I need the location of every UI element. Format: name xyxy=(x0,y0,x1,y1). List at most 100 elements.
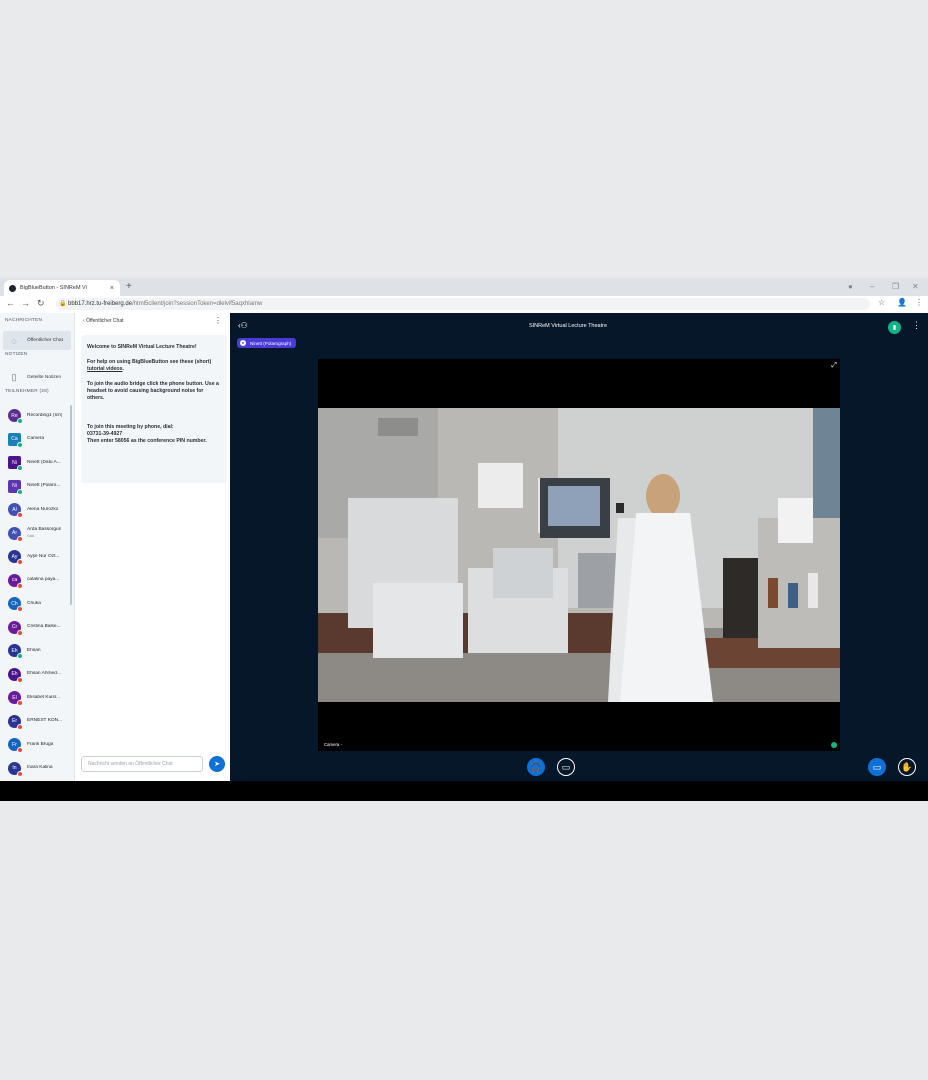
tab-title: BigBlueButton - SINReM Vi xyxy=(20,285,87,291)
avatar: Fr xyxy=(8,738,23,753)
meeting-title: SINReM Virtual Lecture Theatre xyxy=(528,323,608,329)
browser-tab[interactable]: BigBlueButton - SINReM Vi × xyxy=(4,280,120,296)
audio-status-icon xyxy=(17,653,23,659)
close-window-icon[interactable]: ✕ xyxy=(912,282,919,291)
participant-name: Frank Bruga xyxy=(27,741,54,747)
avatar: Er xyxy=(8,714,23,730)
raise-hand-button[interactable]: ✋ xyxy=(898,758,916,776)
audio-status-icon xyxy=(17,606,23,612)
avatar: Eh xyxy=(8,644,23,659)
audio-status-icon xyxy=(17,700,23,706)
participant-item[interactable]: Eh Ehsan Ahmed... xyxy=(8,666,70,683)
webcam-video[interactable]: ⤢ Camera - xyxy=(318,359,840,751)
desktop-icon: ▭ xyxy=(872,761,882,772)
participant-name: Inara Kalina xyxy=(27,765,53,770)
profile-circle-icon[interactable]: ● xyxy=(848,282,853,291)
headphones-icon: 🎧 xyxy=(530,761,542,772)
audio-status-icon xyxy=(17,535,23,542)
audio-instructions: To join the audio bridge click the phone… xyxy=(87,381,219,401)
audio-status-icon xyxy=(17,512,23,518)
chat-panel: ‹ Öffentlicher Chat ⋮ Welcome to SINReM … xyxy=(75,313,231,781)
welcome-line: Welcome to SINReM Virtual Lecture Theatr… xyxy=(87,344,197,350)
lab-camera-feed xyxy=(318,408,840,702)
tutorial-link[interactable]: tutorial videos xyxy=(87,366,122,372)
tab-close-icon[interactable]: × xyxy=(110,285,114,292)
options-menu-icon[interactable]: ⋮ xyxy=(912,320,921,331)
avatar: Ch xyxy=(8,597,23,612)
maximize-icon[interactable]: ❐ xyxy=(892,282,899,291)
participant-item[interactable]: Ch Chuka xyxy=(8,595,70,612)
audio-status-icon xyxy=(17,441,23,448)
address-bar[interactable]: 🔒 bbb17.hrz.tu-freiberg.de/html5client/j… xyxy=(56,298,870,310)
share-webcam-button[interactable]: ▭ xyxy=(557,758,575,776)
participants-header: TEILNEHMER (29) xyxy=(5,389,49,394)
audio-status-icon xyxy=(17,582,23,589)
present-screen-button[interactable]: ▭ xyxy=(868,758,886,776)
minimize-icon[interactable]: – xyxy=(870,282,874,291)
browser-menu-icon[interactable]: ⋮ xyxy=(915,298,923,307)
bottom-black-bar xyxy=(0,781,928,801)
participant-role: Gast xyxy=(27,534,35,538)
avatar: Cr xyxy=(8,620,23,636)
participant-name: Ehsan xyxy=(27,647,41,653)
participant-item[interactable]: El Elisabet Kuisr... xyxy=(8,689,70,706)
audio-status-icon xyxy=(17,488,23,495)
chat-options-icon[interactable]: ⋮ xyxy=(214,316,222,325)
participant-name: Ehsan Ahmed... xyxy=(27,671,61,676)
avatar: Ca xyxy=(8,432,23,448)
microphone-icon: ● xyxy=(240,340,246,346)
participant-item[interactable]: Ar Arda Bassorgun Gast xyxy=(8,525,70,542)
video-off-icon: ▭ xyxy=(561,761,571,772)
participant-item[interactable]: Er ERNEST KON... xyxy=(8,713,70,730)
headphones-audio-button[interactable]: 🎧 xyxy=(527,758,545,776)
chat-message-input[interactable]: Nachricht senden an Öffentlicher Chat xyxy=(81,756,203,772)
avatar: El xyxy=(8,691,23,706)
participant-name: ERNEST KON... xyxy=(27,718,63,723)
help-line: For help on using BigBlueButton see thes… xyxy=(87,359,212,372)
avatar: Ni xyxy=(8,456,23,471)
audio-status-icon xyxy=(17,629,23,636)
participant-item[interactable]: Ay Ayşe Nur Özt... xyxy=(8,548,70,565)
new-tab-button[interactable]: + xyxy=(126,281,132,292)
browser-toolbar: ← → ↻ 🔒 bbb17.hrz.tu-freiberg.de/html5cl… xyxy=(0,296,928,314)
url-host: bbb17.hrz.tu-freiberg.de xyxy=(68,301,133,307)
public-chat-item[interactable]: ◌ Öffentlicher Chat xyxy=(3,331,71,350)
participant-list: Re Recording1 (Ich) Ca Camera Ni Ninett (Datu… xyxy=(0,403,74,781)
phone-instructions: To join this meeting by phone, dial: 0373… xyxy=(87,424,207,444)
participant-item[interactable]: Cr Cristina Balse... xyxy=(8,619,70,636)
talking-indicator[interactable]: ● Ninett (Polarograph) xyxy=(237,338,297,348)
back-arrow-icon[interactable]: ← xyxy=(6,298,15,308)
send-message-button[interactable]: ➤ xyxy=(209,756,225,772)
user-list-scrollbar[interactable] xyxy=(70,405,72,605)
participant-item[interactable]: Ni Ninett (Polaro... xyxy=(8,478,70,495)
avatar: ca xyxy=(8,573,23,589)
shared-notes-item[interactable]: ▯ Geteilte Notizen xyxy=(3,368,71,387)
user-list-panel: NACHRICHTEN ◌ Öffentlicher Chat NOTIZEN … xyxy=(0,313,75,781)
welcome-message: Welcome to SINReM Virtual Lecture Theatr… xyxy=(81,335,227,483)
chat-back-button[interactable]: ‹ Öffentlicher Chat xyxy=(83,318,124,324)
fullscreen-icon[interactable]: ⤢ xyxy=(831,362,837,370)
participant-item[interactable]: Ca Camera xyxy=(8,431,70,448)
audio-status-icon xyxy=(17,770,23,777)
participant-name: Arda Bassorgun Gast xyxy=(27,527,62,538)
bookmark-star-icon[interactable]: ☆ xyxy=(878,298,885,307)
participant-item[interactable]: Re Recording1 (Ich) xyxy=(8,407,70,424)
participant-item[interactable]: Eh Ehsan xyxy=(8,642,70,659)
participant-name: Chuka xyxy=(27,600,41,606)
participant-item[interactable]: In Inara Kalina xyxy=(8,760,70,777)
connection-status-icon[interactable]: ▮ xyxy=(888,321,901,334)
participant-item[interactable]: Al Alena Nurozko xyxy=(8,501,70,518)
webcam-user-name: Camera - xyxy=(324,742,342,747)
participant-item[interactable]: Ni Ninett (Datu A... xyxy=(8,454,70,471)
forward-arrow-icon[interactable]: → xyxy=(21,298,30,308)
screenshot-window: BigBlueButton - SINReM Vi × + ● – ❐ ✕ ← … xyxy=(0,278,928,801)
avatar: Ay xyxy=(8,550,23,565)
public-chat-label: Öffentlicher Chat xyxy=(27,338,63,343)
avatar: Ar xyxy=(8,526,23,542)
participant-item[interactable]: Fr Frank Bruga xyxy=(8,736,70,753)
participant-name: Ayşe Nur Özt... xyxy=(27,553,60,559)
reload-icon[interactable]: ↻ xyxy=(37,298,45,309)
participant-item[interactable]: ca catalina paya... xyxy=(8,572,70,589)
account-icon[interactable]: 👤 xyxy=(897,298,907,307)
hand-icon: ✋ xyxy=(901,761,913,772)
